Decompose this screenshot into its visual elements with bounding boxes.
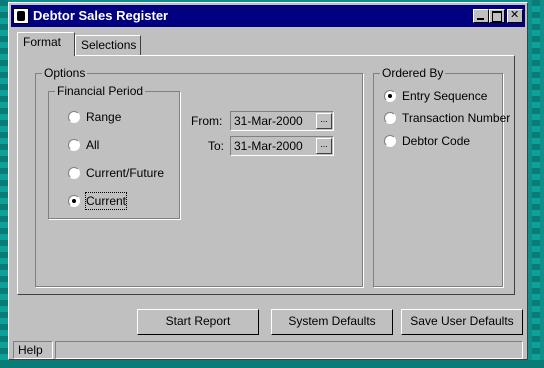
ordered-by-group: Ordered By Entry Sequence Transaction Nu…	[373, 66, 510, 287]
tab-format-label: Format	[23, 35, 62, 49]
status-message-pane	[55, 341, 523, 359]
system-defaults-label: System Defaults	[288, 314, 376, 328]
period-range-label: Range	[86, 110, 122, 124]
period-range-radio-button[interactable]	[68, 111, 80, 123]
to-label: To:	[208, 139, 225, 153]
to-date-field[interactable]: 31-Mar-2000 ...	[230, 136, 334, 156]
tab-selections-label: Selections	[81, 38, 137, 52]
debtor-sales-register-window: Debtor Sales Register Format Selections …	[8, 2, 528, 360]
save-user-defaults-button[interactable]: Save User Defaults	[401, 309, 523, 335]
from-label: From:	[191, 114, 223, 128]
order-debtor-code-label: Debtor Code	[402, 134, 471, 148]
financial-period-group: Financial Period Range All Current/Futur…	[48, 84, 180, 219]
maximize-button[interactable]	[489, 9, 505, 23]
desktop-left-edge	[0, 0, 8, 368]
desktop-right-edge	[532, 0, 540, 368]
format-tab-panel: Options Financial Period Range All Curre…	[17, 55, 515, 295]
tab-selections[interactable]: Selections	[75, 35, 141, 55]
period-current-radio-button[interactable]	[68, 195, 80, 207]
to-date-picker-button[interactable]: ...	[316, 138, 332, 154]
options-legend: Options	[42, 66, 88, 80]
from-date-picker-button[interactable]: ...	[316, 113, 332, 129]
order-transaction-number-radio-button[interactable]	[384, 112, 396, 124]
save-user-defaults-label: Save User Defaults	[410, 314, 514, 328]
app-icon[interactable]	[13, 8, 29, 24]
financial-period-legend: Financial Period	[55, 84, 146, 98]
period-current-future-label: Current/Future	[86, 166, 165, 180]
status-help-text: Help	[18, 343, 43, 357]
title-bar[interactable]: Debtor Sales Register	[11, 5, 525, 27]
options-group: Options Financial Period Range All Curre…	[35, 66, 363, 287]
status-bar: Help	[13, 341, 523, 359]
start-report-label: Start Report	[165, 314, 231, 328]
to-date-value: 31-Mar-2000	[234, 139, 303, 153]
period-current-future-radio-button[interactable]	[68, 167, 80, 179]
status-help-pane: Help	[13, 341, 53, 359]
order-transaction-number-label: Transaction Number	[402, 111, 511, 125]
start-report-button[interactable]: Start Report	[137, 309, 259, 335]
system-defaults-button[interactable]: System Defaults	[271, 309, 393, 335]
period-all-label: All	[86, 138, 100, 152]
window-title: Debtor Sales Register	[33, 8, 169, 23]
order-entry-sequence-radio-button[interactable]	[384, 90, 396, 102]
desktop-bottom-edge	[0, 360, 544, 368]
period-current-label: Current	[84, 192, 128, 210]
order-debtor-code-radio-button[interactable]	[384, 135, 396, 147]
ordered-by-legend: Ordered By	[380, 66, 446, 80]
from-date-field[interactable]: 31-Mar-2000 ...	[230, 111, 334, 131]
from-date-value: 31-Mar-2000	[234, 114, 303, 128]
tab-format[interactable]: Format	[17, 32, 75, 56]
minimize-button[interactable]	[473, 9, 489, 23]
order-entry-sequence-label: Entry Sequence	[402, 89, 488, 103]
close-button[interactable]	[507, 8, 523, 23]
period-all-radio-button[interactable]	[68, 139, 80, 151]
